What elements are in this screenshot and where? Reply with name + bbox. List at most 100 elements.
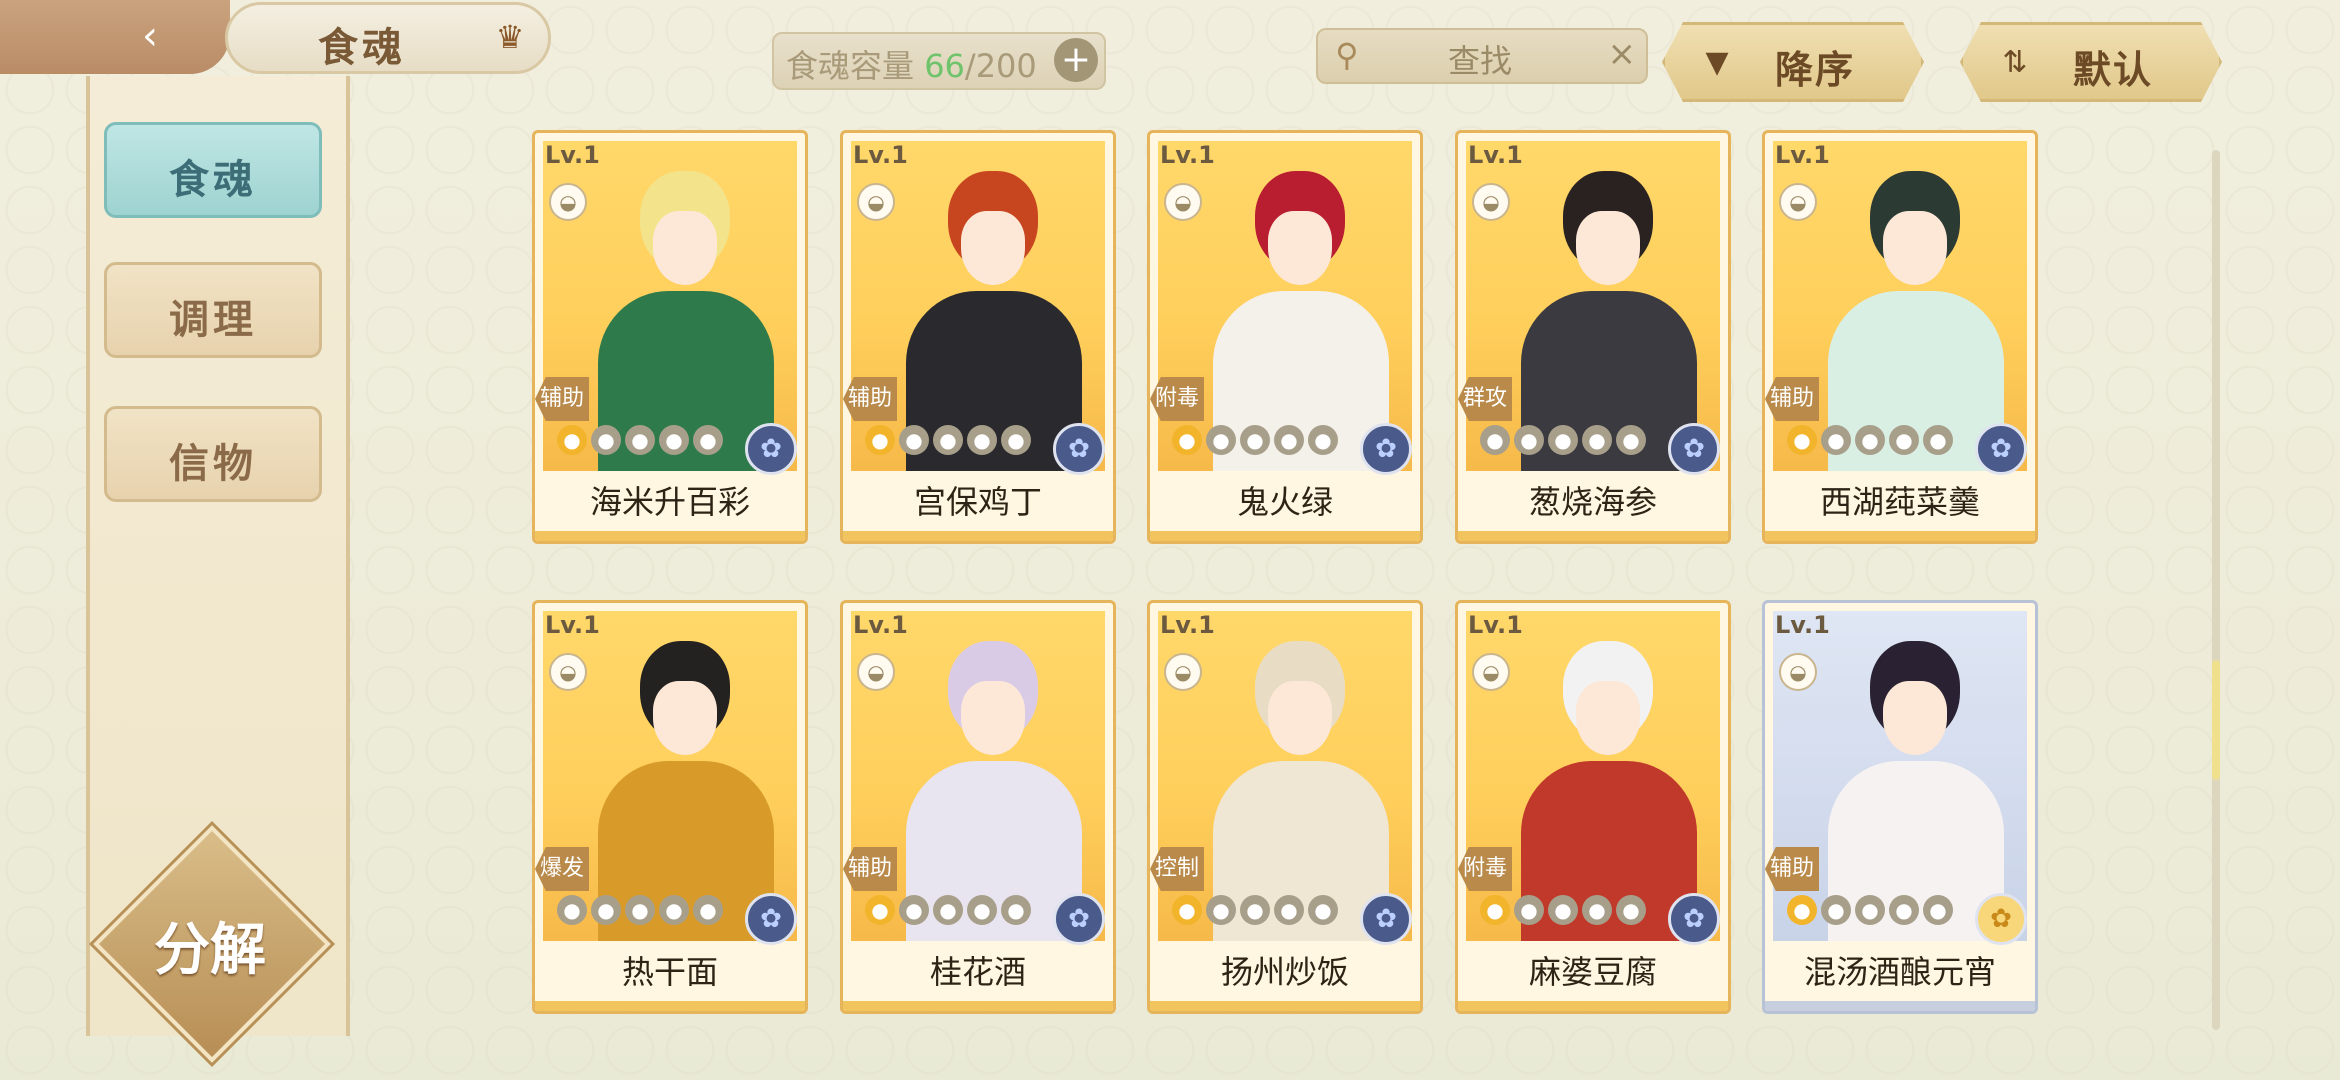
character-portrait [1213,641,1389,941]
card-bottom-bar [1458,1001,1728,1011]
card-role-tag: 附毒 [1458,847,1512,891]
star-rating: ● ● ● ● ● [1480,895,1646,927]
star-icon: ● [1616,425,1646,455]
scrollbar[interactable] [2212,150,2220,1030]
add-capacity-button[interactable]: + [1054,38,1098,82]
star-icon: ● [1480,895,1510,925]
card-bottom-bar [1150,1001,1420,1011]
card-level: Lv.1 [545,141,600,169]
star-icon: ● [1274,895,1304,925]
scrollbar-thumb[interactable] [2212,660,2220,780]
star-icon: ● [1787,895,1817,925]
sort-mode-label: 默认 [2073,48,2154,92]
card-level: Lv.1 [545,611,600,639]
card-bottom-bar [843,1001,1113,1011]
star-rating: ● ● ● ● ● [1787,425,1953,457]
character-face [1268,681,1332,755]
card-role-tag: 群攻 [1458,377,1512,421]
star-icon: ● [865,895,895,925]
food-soul-card[interactable]: Lv.1 ◒ 附毒 ● ● ● ● ● ✿ 麻婆豆腐 [1455,600,1731,1014]
tab-tokens-label: 信物 [169,441,257,487]
tab-conditioning[interactable]: 调理 [104,262,322,358]
food-soul-card[interactable]: Lv.1 ◒ 辅助 ● ● ● ● ● ✿ 桂花酒 [840,600,1116,1014]
star-icon: ● [1616,895,1646,925]
card-role-tag: 爆发 [535,847,589,891]
sort-order-button[interactable]: ▼ 降序 [1662,22,1924,102]
card-role-tag: 辅助 [1765,377,1819,421]
star-rating: ● ● ● ● ● [1172,425,1338,457]
card-name: 西湖莼菜羹 [1819,483,1980,521]
card-role-tag: 控制 [1150,847,1204,891]
card-level: Lv.1 [853,611,908,639]
capacity-display: 食魂容量 66/200 + [772,32,1106,90]
card-bottom-bar [535,1001,805,1011]
pot-icon: ◒ [857,653,895,691]
element-flower-icon: ✿ [1975,423,2027,475]
character-portrait [598,641,774,941]
star-icon: ● [625,895,655,925]
element-flower-icon: ✿ [1668,893,1720,945]
character-portrait [906,171,1082,471]
character-face [961,211,1025,285]
element-flower-icon: ✿ [1668,423,1720,475]
food-soul-card[interactable]: Lv.1 ◒ 附毒 ● ● ● ● ● ✿ 鬼火绿 [1147,130,1423,544]
top-bar: ‹ 食魂 ♛ [0,0,580,74]
star-icon: ● [865,425,895,455]
character-face [1576,681,1640,755]
chef-hat-icon[interactable]: ♛ [490,19,530,55]
card-level: Lv.1 [1468,141,1523,169]
card-role-tag: 辅助 [843,847,897,891]
card-level: Lv.1 [853,141,908,169]
star-icon: ● [1308,895,1338,925]
character-face [653,211,717,285]
food-soul-card[interactable]: Lv.1 ◒ 辅助 ● ● ● ● ● ✿ 混汤酒酿元宵 [1762,600,2038,1014]
search-label: 查找 [1448,42,1513,80]
card-level: Lv.1 [1775,141,1830,169]
card-role-tag: 附毒 [1150,377,1204,421]
character-portrait [1828,641,2004,941]
sort-order-label: 降序 [1775,48,1856,92]
character-face [1883,211,1947,285]
character-face [961,681,1025,755]
star-rating: ● ● ● ● ● [1787,895,1953,927]
card-name: 鬼火绿 [1236,483,1333,521]
star-icon: ● [693,895,723,925]
card-bottom-bar [535,531,805,541]
star-icon: ● [1548,425,1578,455]
star-icon: ● [1001,425,1031,455]
star-icon: ● [1787,425,1817,455]
character-portrait [906,641,1082,941]
star-icon: ● [659,425,689,455]
star-rating: ● ● ● ● ● [1480,425,1646,457]
pot-icon: ◒ [857,183,895,221]
tab-tokens[interactable]: 信物 [104,406,322,502]
star-icon: ● [1923,425,1953,455]
character-portrait [1521,641,1697,941]
food-soul-card[interactable]: Lv.1 ◒ 群攻 ● ● ● ● ● ✿ 葱烧海参 [1455,130,1731,544]
star-icon: ● [693,425,723,455]
star-icon: ● [591,895,621,925]
decompose-label[interactable]: 分解 [130,905,290,986]
tab-conditioning-label: 调理 [169,297,257,343]
food-soul-card[interactable]: Lv.1 ◒ 辅助 ● ● ● ● ● ✿ 西湖莼菜羹 [1762,130,2038,544]
food-soul-card[interactable]: Lv.1 ◒ 辅助 ● ● ● ● ● ✿ 海米升百彩 [532,130,808,544]
character-face [1576,211,1640,285]
star-icon: ● [933,425,963,455]
character-portrait [1828,171,2004,471]
food-soul-card[interactable]: Lv.1 ◒ 辅助 ● ● ● ● ● ✿ 宫保鸡丁 [840,130,1116,544]
star-icon: ● [1821,425,1851,455]
food-soul-card[interactable]: Lv.1 ◒ 控制 ● ● ● ● ● ✿ 扬州炒饭 [1147,600,1423,1014]
page-title-pill: 食魂 ♛ [225,2,551,74]
back-button[interactable]: ‹ [0,0,230,74]
star-icon: ● [1001,895,1031,925]
tab-food-souls[interactable]: 食魂 [104,122,322,218]
card-role-tag: 辅助 [535,377,589,421]
back-chevron-icon: ‹ [142,13,158,59]
search-input[interactable]: ⚲ 查找 × [1316,28,1648,84]
card-bottom-bar [1765,531,2035,541]
food-soul-card[interactable]: Lv.1 ◒ 爆发 ● ● ● ● ● ✿ 热干面 [532,600,808,1014]
star-icon: ● [659,895,689,925]
clear-search-icon[interactable]: × [1608,34,1637,74]
element-flower-icon: ✿ [745,423,797,475]
sort-mode-button[interactable]: ⇅ 默认 [1960,22,2222,102]
